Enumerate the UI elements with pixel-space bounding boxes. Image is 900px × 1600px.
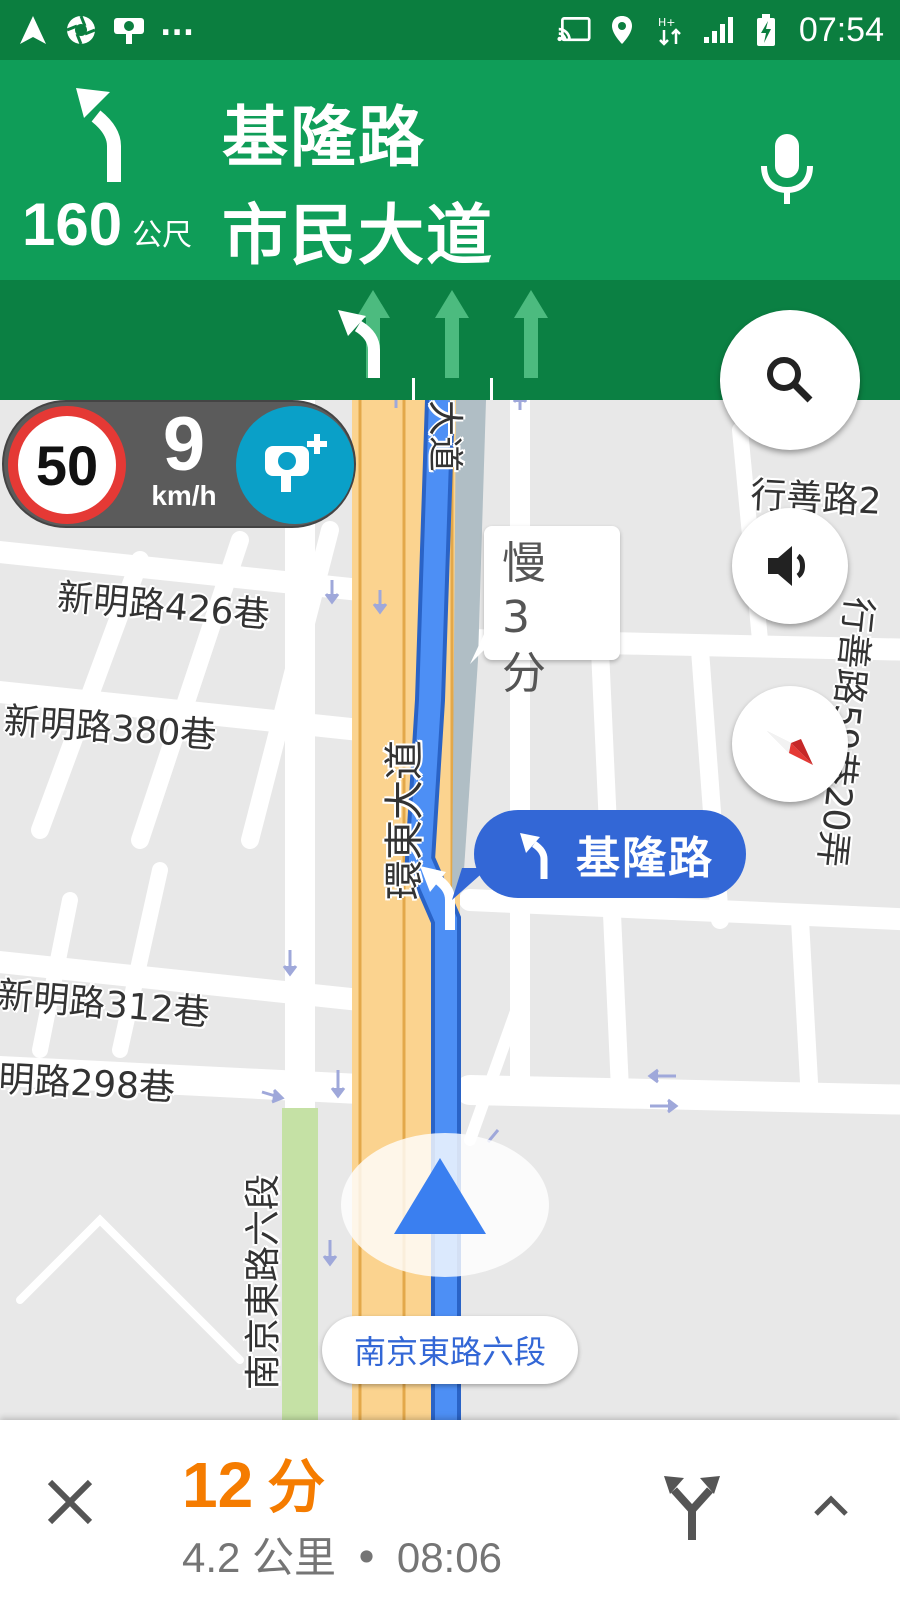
- map-label-huandong-blvd: 環東大道: [382, 740, 428, 900]
- turn-distance: 160 公尺: [22, 190, 192, 259]
- current-road-label: 南京東路六段: [322, 1316, 578, 1384]
- aperture-icon: [64, 13, 98, 47]
- add-speed-camera-icon: [265, 434, 327, 492]
- eta-minutes: 12: [182, 1449, 254, 1521]
- current-location-marker: [341, 1133, 549, 1277]
- lane-arrows: [338, 290, 548, 400]
- speedometer-panel: 50 9 km/h: [2, 400, 356, 528]
- sound-button[interactable]: [732, 508, 848, 624]
- lane-straight-arrow: [435, 290, 469, 378]
- next-turn-street: 基隆路: [576, 833, 714, 884]
- map-label-ming-298: 明路298巷: [0, 1058, 177, 1110]
- map-label-nanjing-east-road: 南京東路六段: [243, 1173, 284, 1390]
- next-turn-callout[interactable]: 基隆路: [474, 810, 746, 898]
- navigation-screen: ... H+ 07:54 160 公尺 基隆路 市民大道 新明路426巷 新明路…: [0, 0, 900, 1600]
- eta-unit: 分: [267, 1453, 326, 1521]
- chevron-up-icon[interactable]: [806, 1480, 856, 1530]
- navigation-icon: [16, 13, 50, 47]
- current-speed-unit: km/h: [151, 480, 217, 511]
- compass-button[interactable]: [732, 686, 848, 802]
- status-bar: ... H+ 07:54: [0, 0, 900, 60]
- separator-dot: •: [354, 1533, 379, 1582]
- current-speed-value: 9: [162, 402, 206, 487]
- trip-details: 4.2 公里 • 08:06: [182, 1524, 502, 1585]
- distance-unit: 公尺: [132, 218, 193, 253]
- trip-summary-bar[interactable]: 12 分 4.2 公里 • 08:06: [0, 1420, 900, 1600]
- volume-icon: [768, 546, 805, 586]
- eta-duration: 12 分: [182, 1440, 325, 1524]
- speed-limit-value: 50: [35, 433, 99, 497]
- svg-text:H+: H+: [658, 16, 676, 29]
- compass-icon: [767, 731, 813, 765]
- search-icon: [767, 357, 813, 403]
- data-arrows-icon: H+: [653, 13, 687, 47]
- alternate-routes-icon[interactable]: [662, 1472, 722, 1542]
- remaining-distance: 4.2 公里: [182, 1534, 337, 1581]
- signal-icon: [701, 13, 735, 47]
- distance-value: 160: [22, 191, 123, 258]
- traffic-delay: 3 分: [502, 592, 552, 699]
- speed-camera-icon: [112, 13, 146, 47]
- turn-callout-pointer: [452, 868, 488, 900]
- search-button[interactable]: [720, 310, 860, 450]
- close-icon[interactable]: [40, 1472, 100, 1532]
- add-speed-camera-button[interactable]: [236, 406, 354, 524]
- traffic-status: 慢: [502, 538, 546, 589]
- current-speed: 9 km/h: [142, 402, 226, 510]
- turn-slight-left-icon: [520, 833, 548, 879]
- speed-limit-sign: 50: [8, 406, 126, 524]
- arrival-time: 08:06: [396, 1534, 502, 1581]
- next-street-secondary: 市民大道: [222, 197, 494, 274]
- traffic-callout-pointer: [470, 630, 504, 664]
- next-street-primary: 基隆路: [222, 99, 426, 176]
- turn-slight-left-icon: [76, 88, 121, 182]
- status-time: 07:54: [798, 10, 884, 49]
- microphone-icon[interactable]: [752, 130, 822, 210]
- cast-icon: [557, 13, 591, 47]
- map-label-dadao: 大道: [424, 400, 465, 473]
- lane-straight-arrow: [514, 290, 548, 378]
- location-pin-icon: [605, 13, 639, 47]
- navigation-header[interactable]: 160 公尺 基隆路 市民大道: [0, 60, 900, 280]
- status-more-indicator: ...: [160, 8, 195, 43]
- battery-charging-icon: [749, 13, 783, 47]
